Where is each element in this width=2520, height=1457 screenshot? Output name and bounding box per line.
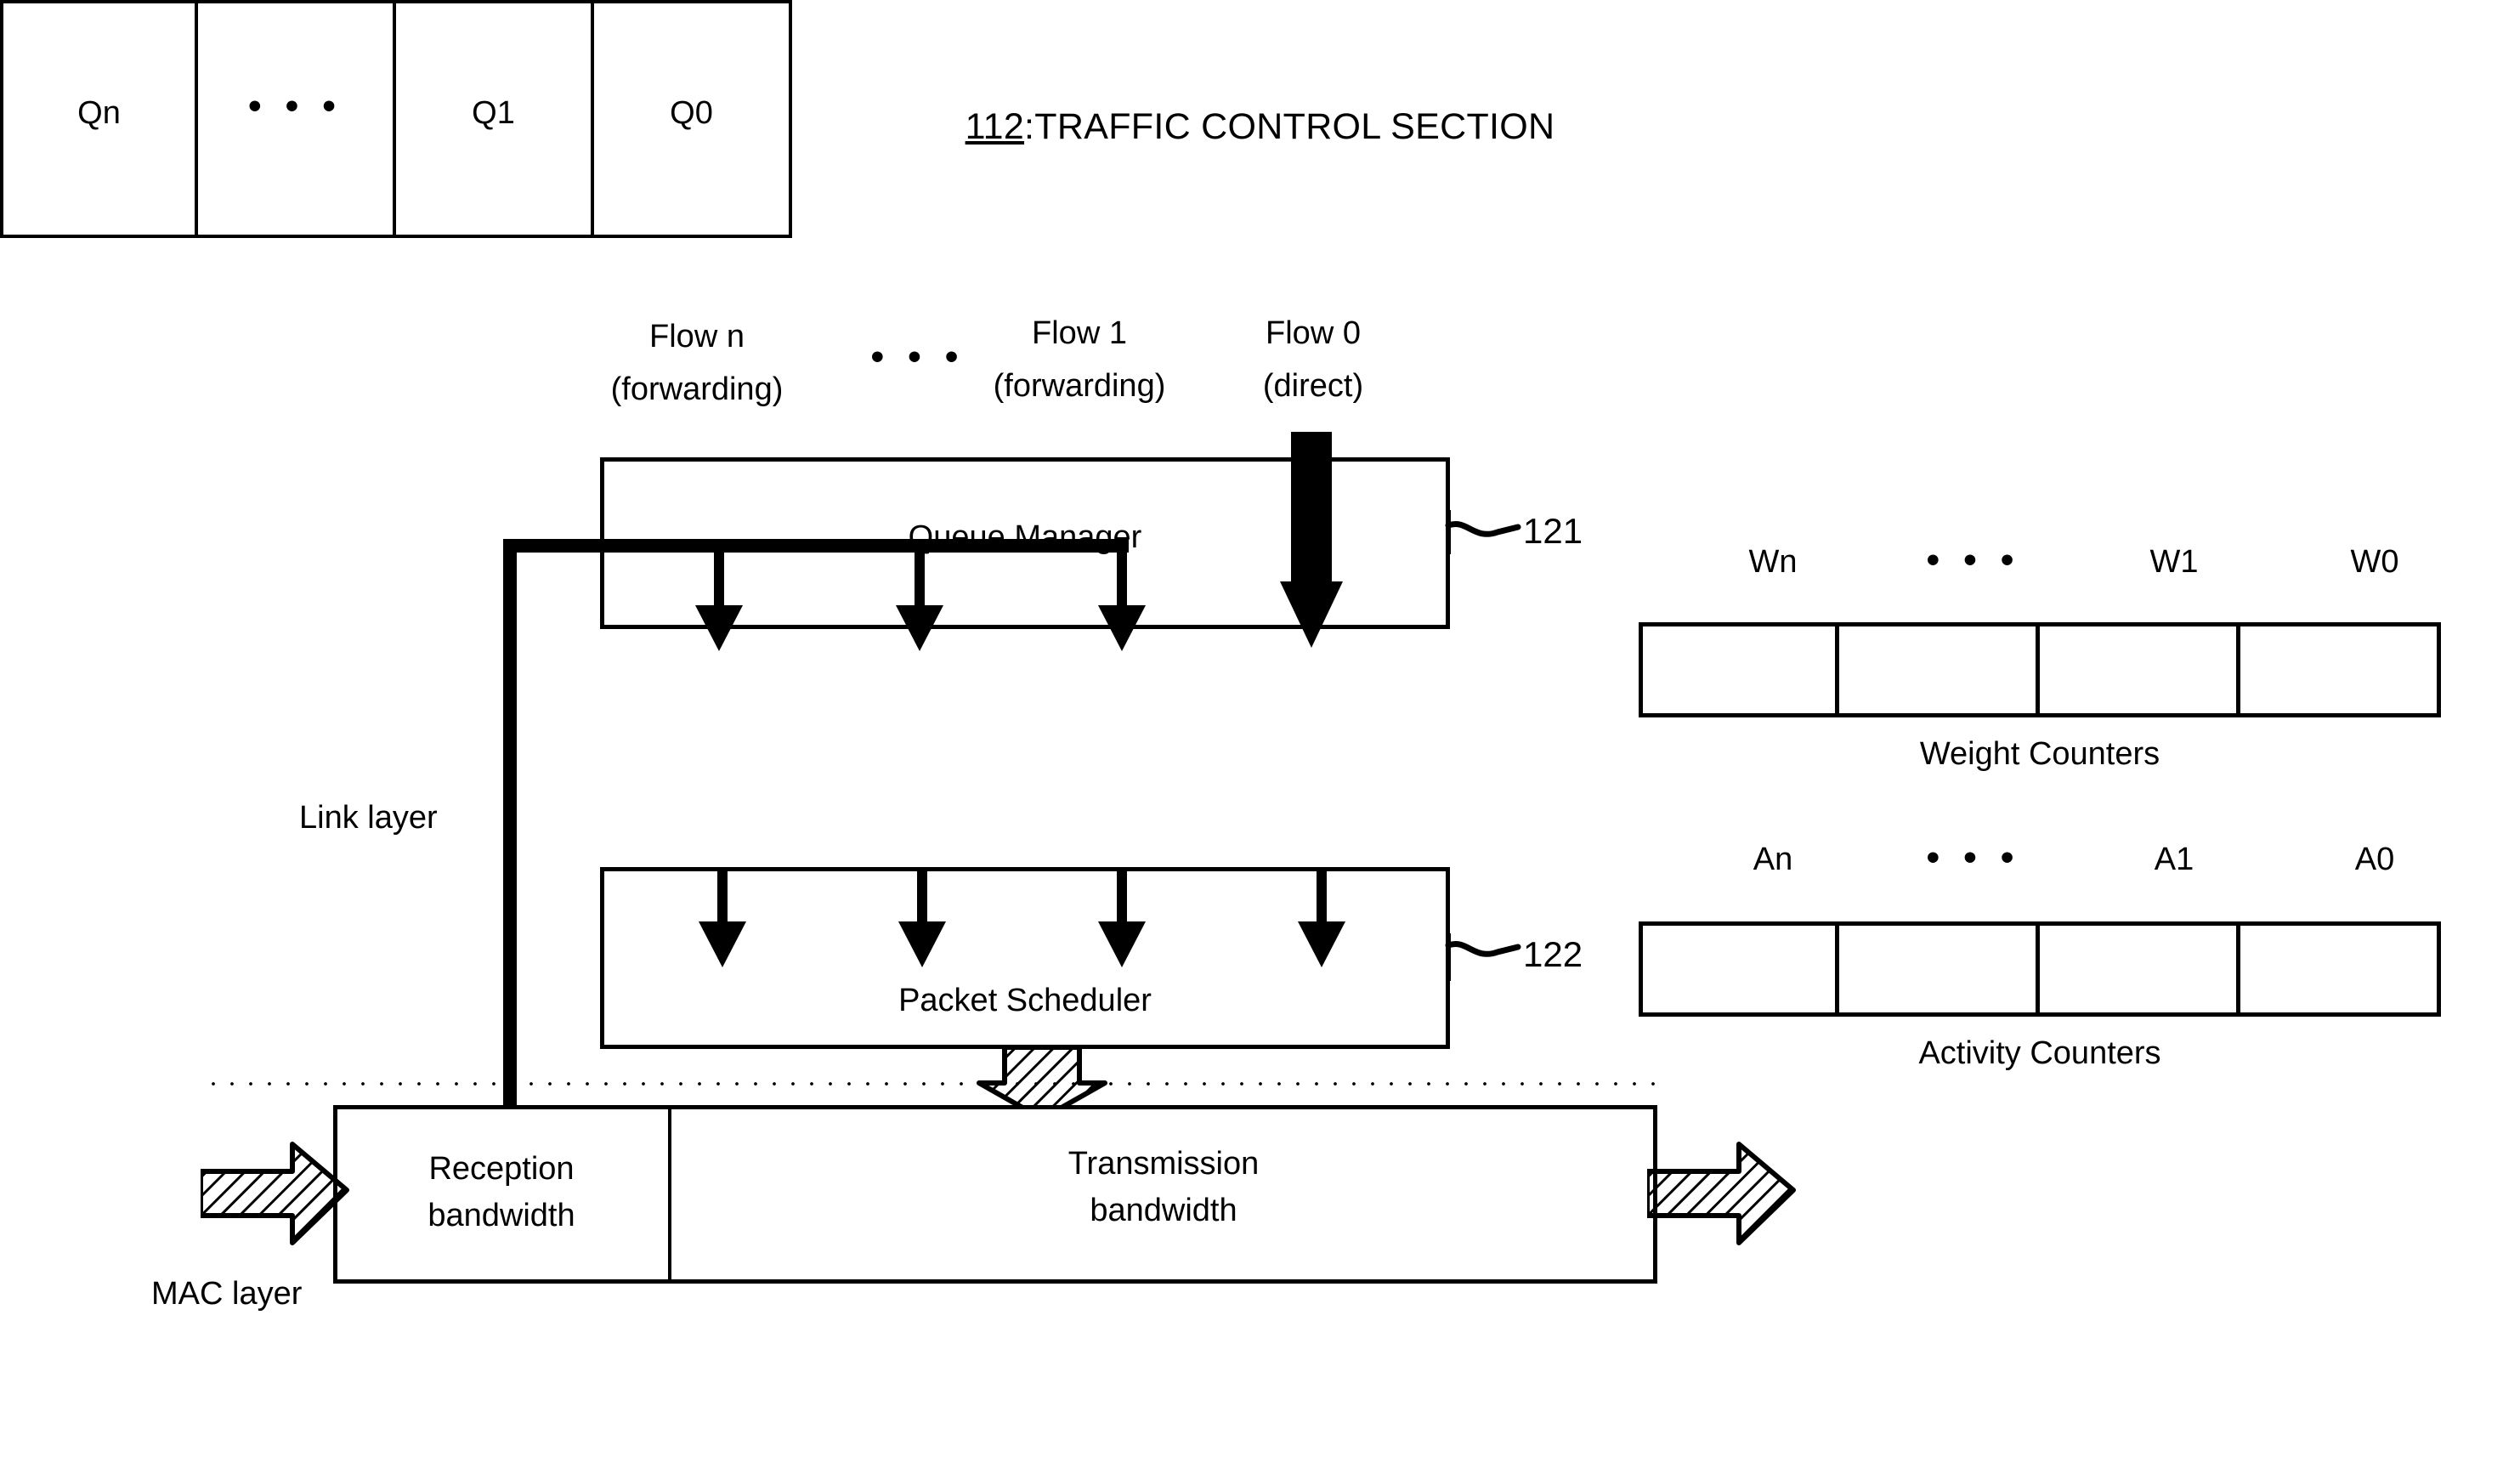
scheduler-feed-arrow-0-head (1298, 921, 1345, 967)
patent-figure-canvas: 112:TRAFFIC CONTROL SECTION Flow n (forw… (0, 0, 2520, 1457)
link-layer-label: Link layer (299, 800, 438, 836)
weight-counters-caption: Weight Counters (1919, 736, 2160, 772)
scheduler-feed-arrow-mid-stem (917, 867, 927, 923)
queue-feed-arrow-n-stem (714, 551, 724, 607)
queue-cell-q0[interactable]: Q0 (594, 0, 792, 238)
activity-counter-cell-mid[interactable] (1839, 921, 2040, 1017)
figure-title-ref: 112 (965, 106, 1025, 147)
queue-cell-qn[interactable]: Qn (0, 0, 198, 238)
activity-counter-header-a0: A0 (2354, 842, 2395, 877)
queue-feed-arrow-1-head (1098, 605, 1146, 651)
activity-counter-header-an: An (1753, 842, 1793, 877)
queue-cell-q1-label: Q1 (472, 95, 515, 131)
scheduler-feed-arrow-mid (897, 867, 948, 978)
scheduler-feed-arrow-n-head (699, 921, 746, 967)
flow-label-1-name: Flow 1 (1032, 315, 1127, 351)
queue-cell-ellipsis-label: • • • (248, 85, 343, 127)
scheduler-feed-arrow-1-stem (1117, 867, 1127, 923)
flow-label-n-name: Flow n (649, 319, 745, 354)
transmission-bandwidth-line1: Transmission (1067, 1146, 1260, 1182)
queue-cell-ellipsis: • • • (198, 0, 396, 238)
transmission-hatched-out-arrow (1647, 1142, 1796, 1245)
queue-feed-arrow-mid-head (896, 605, 943, 651)
activity-counter-header-ellipsis: • • • (1926, 836, 2021, 878)
activity-counters-caption: Activity Counters (1918, 1035, 2161, 1071)
scheduler-feed-arrow-0-stem (1317, 867, 1327, 923)
ref-number-122: 122 (1523, 934, 1583, 974)
layer-separator-dotted-line (204, 1081, 1657, 1086)
flow-0-direct-arrow (1280, 432, 1343, 648)
queue-feed-arrow-n-head (695, 605, 743, 651)
weight-counter-header-ellipsis: • • • (1926, 539, 2021, 581)
queue-feed-arrow-1-stem (1117, 551, 1127, 607)
transmission-bandwidth-label: Transmission bandwidth (671, 1141, 1656, 1234)
flow-label-0-mode: (direct) (1262, 368, 1364, 404)
transmission-bandwidth-line2: bandwidth (1090, 1193, 1237, 1229)
packet-scheduler-label: Packet Scheduler (898, 983, 1152, 1018)
weight-counter-cell-w1[interactable] (2040, 622, 2240, 717)
queue-feed-arrow-n (694, 551, 745, 651)
queue-cell-q1[interactable]: Q1 (396, 0, 594, 238)
reception-hatched-in-arrow (201, 1142, 349, 1245)
flow-0-arrow-stem (1291, 432, 1332, 585)
flow-label-1-mode: (forwarding) (993, 368, 1166, 404)
figure-title-text: :TRAFFIC CONTROL SECTION (1024, 106, 1555, 147)
queue-feed-arrow-mid-stem (915, 551, 925, 607)
activity-counters-row (1639, 921, 2441, 1017)
scheduler-feed-arrow-1 (1096, 867, 1147, 978)
flow-0-arrow-head (1280, 581, 1343, 648)
activity-counter-header-a1: A1 (2154, 842, 2194, 877)
ref-number-121: 121 (1523, 511, 1583, 551)
feedback-vertical-line (503, 539, 517, 1114)
queue-cell-qn-label: Qn (77, 95, 121, 131)
reception-bandwidth-line1: Reception (428, 1151, 575, 1187)
scheduler-feed-arrow-1-head (1098, 921, 1146, 967)
weight-counter-cell-w0[interactable] (2240, 622, 2441, 717)
activity-counter-cell-an[interactable] (1639, 921, 1839, 1017)
queue-cell-q0-label: Q0 (670, 95, 713, 131)
scheduler-feed-arrow-0 (1296, 867, 1347, 978)
scheduler-feed-arrow-n-stem (717, 867, 728, 923)
mac-layer-label: MAC layer (151, 1276, 303, 1312)
flow-label-0-name: Flow 0 (1266, 315, 1361, 351)
weight-counter-header-w0: W0 (2350, 544, 2399, 580)
queue-cells-row: Qn • • • Q1 Q0 (0, 0, 792, 238)
reception-bandwidth-label: Reception bandwidth (340, 1146, 663, 1239)
queue-feed-arrow-1 (1096, 551, 1147, 651)
queue-feed-arrow-mid (894, 551, 945, 651)
scheduler-feed-arrow-mid-head (898, 921, 946, 967)
weight-counter-cell-wn[interactable] (1639, 622, 1839, 717)
feedback-horizontal-line (503, 539, 1129, 553)
weight-counter-header-w1: W1 (2149, 544, 2199, 580)
weight-counter-cell-mid[interactable] (1839, 622, 2040, 717)
scheduler-feed-arrow-n (697, 867, 748, 978)
activity-counter-cell-a0[interactable] (2240, 921, 2441, 1017)
weight-counters-row (1639, 622, 2441, 717)
reception-bandwidth-line2: bandwidth (428, 1198, 575, 1234)
activity-counter-cell-a1[interactable] (2040, 921, 2240, 1017)
flow-label-n-mode: (forwarding) (610, 371, 784, 407)
weight-counter-header-wn: Wn (1748, 544, 1798, 580)
